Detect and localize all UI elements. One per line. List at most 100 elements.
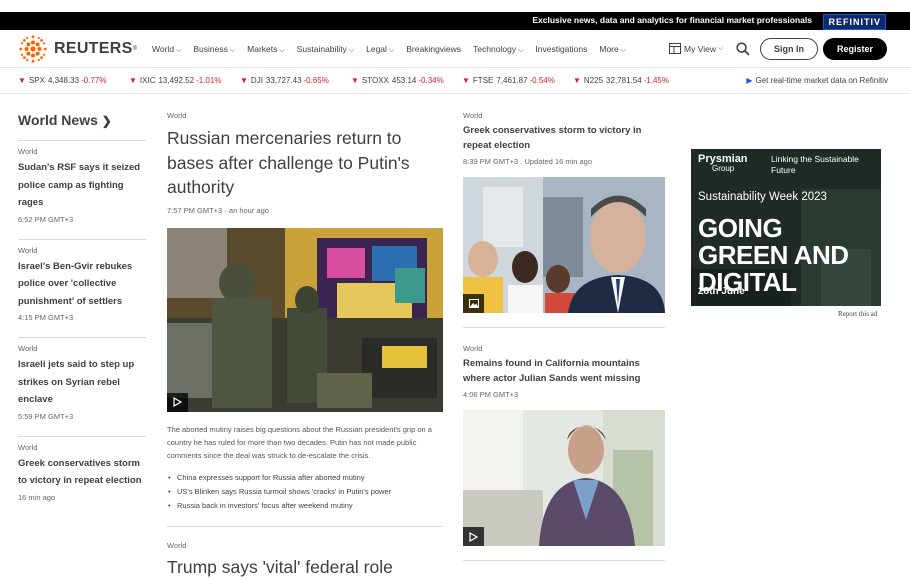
nav-item-markets[interactable]: Markets ⌵ xyxy=(247,44,285,55)
list-item[interactable]: World Israel's Ben-Gvir rebukes police o… xyxy=(18,238,146,322)
my-view-icon xyxy=(669,43,681,54)
nav-item-sustainability[interactable]: Sustainability ⌵ xyxy=(297,44,354,55)
play-video-icon[interactable] xyxy=(463,527,484,546)
lead-story-headline[interactable]: Russian mercenaries return to bases afte… xyxy=(167,126,443,200)
lead-story-kicker[interactable]: World xyxy=(167,111,443,120)
promo-text[interactable]: Exclusive news, data and analytics for f… xyxy=(532,15,812,25)
chevron-down-icon: ⌵ xyxy=(348,47,355,54)
down-arrow-icon: ▼ xyxy=(462,76,470,85)
related-stories: China expresses support for Russia after… xyxy=(167,471,443,513)
story-headline[interactable]: Trump says 'vital' federal role xyxy=(167,557,443,578)
related-story-link[interactable]: Russia back in investors' focus after we… xyxy=(167,499,443,513)
story-kicker[interactable]: World xyxy=(18,246,146,255)
ticker-item-dji[interactable]: ▼ DJI 33,727.43 -0.65% xyxy=(240,76,329,85)
ticker-symbol: FTSE xyxy=(472,76,494,85)
ad-headline: GOING GREEN AND DIGITAL xyxy=(698,213,849,297)
list-item[interactable]: World Greek conservatives storm to victo… xyxy=(18,435,146,502)
nav-item-label: Markets xyxy=(247,44,278,54)
nav-item-legal[interactable]: Legal ⌵ xyxy=(366,44,394,55)
ticker-symbol: IXIC xyxy=(139,76,156,85)
ticker-value: 32,781.54 xyxy=(606,76,642,85)
ticker-item-n225[interactable]: ▼ N225 32,781.54 -1.45% xyxy=(573,76,669,85)
promo-bar: Exclusive news, data and analytics for f… xyxy=(0,0,910,30)
search-icon[interactable] xyxy=(736,42,750,56)
ticker-item-ftse[interactable]: ▼ FTSE 7,461.87 -0.54% xyxy=(462,76,555,85)
story-video[interactable] xyxy=(463,410,665,546)
julian-sands-photo xyxy=(463,410,665,546)
nav-item-label: World xyxy=(152,44,175,54)
down-arrow-icon: ▼ xyxy=(573,76,581,85)
play-icon xyxy=(469,531,478,542)
realtime-data-label: Get real-time market data on Refinitiv xyxy=(755,76,889,85)
chevron-down-icon: ⌵ xyxy=(620,47,627,54)
chevron-down-icon: ⌵ xyxy=(176,47,182,54)
story-time: 4:15 PM GMT+3 xyxy=(18,313,74,322)
down-arrow-icon: ▼ xyxy=(129,76,137,85)
story-kicker[interactable]: World xyxy=(167,541,443,550)
reuters-dots-icon xyxy=(19,35,47,63)
story-title[interactable]: Sudan's RSF says it seized police camp a… xyxy=(18,159,146,212)
ticker-symbol: STOXX xyxy=(361,76,389,85)
down-arrow-icon: ▼ xyxy=(240,76,248,85)
ticker-value: 453.14 xyxy=(391,76,417,85)
main-nav: REUTERS ® World ⌵ Business ⌵ Markets ⌵ Sustaina… xyxy=(0,30,910,68)
ticker-value: 33,727.43 xyxy=(265,76,302,85)
world-news-heading[interactable]: World News ❯ xyxy=(18,112,146,128)
realtime-data-link[interactable]: ▶ Get real-time market data on Refinitiv xyxy=(746,76,888,85)
register-button[interactable]: Register xyxy=(823,38,887,60)
nav-item-label: Legal xyxy=(366,44,387,54)
story-kicker[interactable]: World xyxy=(18,443,146,452)
nav-item-world[interactable]: World ⌵ xyxy=(152,44,181,55)
story-title[interactable]: Greek conservatives storm to victory in … xyxy=(463,123,665,153)
divider xyxy=(167,525,443,527)
report-ad-link[interactable]: Report this ad xyxy=(838,310,877,318)
list-item[interactable]: World Israeli jets said to step up strik… xyxy=(18,337,146,421)
play-video-icon[interactable] xyxy=(167,392,188,412)
ad-tagline: Linking the Sustainable Future xyxy=(771,154,859,175)
lead-story-video[interactable] xyxy=(167,227,443,412)
sign-in-button[interactable]: Sign In xyxy=(760,38,818,60)
related-story-link[interactable]: China expresses support for Russia after… xyxy=(167,471,443,485)
divider xyxy=(463,327,665,328)
advertisement[interactable]: Prysmian Group Linking the Sustainable Fu… xyxy=(691,149,881,306)
story-gallery-image[interactable] xyxy=(463,177,665,313)
story-time: 8:39 PM GMT+3 . Updated 16 min ago xyxy=(463,157,593,166)
story-kicker[interactable]: World xyxy=(18,344,146,353)
ticker-change: -0.34% xyxy=(418,76,444,85)
story-title[interactable]: Remains found in California mountains wh… xyxy=(463,356,665,386)
ad-brand-sub: Group xyxy=(712,164,735,173)
chevron-down-icon: ⌵ xyxy=(518,47,524,54)
lead-story-summary: The aborted mutiny raises big questions … xyxy=(167,424,432,460)
lead-story-time: 7:57 PM GMT+3 · an hour ago xyxy=(167,205,269,215)
nav-item-label: Technology xyxy=(473,44,517,54)
story-title[interactable]: Israeli jets said to step up strikes on … xyxy=(18,356,146,409)
ticker-item-ixic[interactable]: ▼ IXIC 13,492.52 -1.01% xyxy=(129,76,221,85)
story-kicker[interactable]: World xyxy=(463,344,665,353)
ticker-value: 4,348.33 xyxy=(47,76,80,85)
gallery-icon[interactable] xyxy=(463,294,484,313)
ticker-item-spx[interactable]: ▼ SPX 4,348.33 -0.77% xyxy=(18,76,106,85)
right-stories-column: World Greek conservatives storm to victo… xyxy=(463,111,665,561)
list-item[interactable]: World Sudan's RSF says it seized police … xyxy=(18,140,146,224)
ticker-item-stoxx[interactable]: ▼ STOXX 453.14 -0.34% xyxy=(351,76,444,85)
greek-pm-photo xyxy=(463,177,665,313)
chevron-down-icon: ⌵ xyxy=(388,47,395,54)
related-story-link[interactable]: US's Blinken says Russia turmoil shows '… xyxy=(167,485,443,499)
chevron-right-icon: ❯ xyxy=(101,114,112,128)
nav-item-more[interactable]: More ⌵ xyxy=(599,44,626,55)
nav-item-investigations[interactable]: Investigations xyxy=(535,44,587,55)
nav-item-business[interactable]: Business ⌵ xyxy=(193,44,235,55)
story-kicker[interactable]: World xyxy=(463,111,665,120)
image-icon xyxy=(468,299,479,308)
story-time: 6:52 PM GMT+3 xyxy=(18,214,74,224)
story-kicker[interactable]: World xyxy=(18,147,146,156)
nav-item-label: More xyxy=(599,44,619,54)
reuters-logo[interactable]: REUTERS ® xyxy=(18,34,137,64)
nav-item-breakingviews[interactable]: Breakingviews xyxy=(406,44,461,55)
story-title[interactable]: Israel's Ben-Gvir rebukes police over 'c… xyxy=(18,258,146,311)
nav-item-technology[interactable]: Technology ⌵ xyxy=(473,44,523,55)
my-view-button[interactable]: My View ⌵ xyxy=(669,43,723,54)
ticker-change: -1.01% xyxy=(196,76,222,85)
story-title[interactable]: Greek conservatives storm to victory in … xyxy=(18,455,146,490)
refinitiv-logo[interactable]: REFINITIV xyxy=(823,14,886,30)
